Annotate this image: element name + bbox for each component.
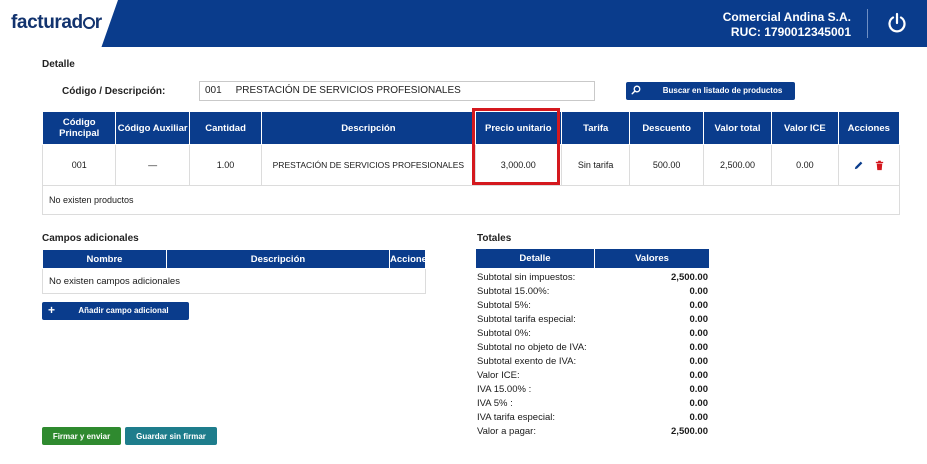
list-item: Subtotal tarifa especial: 0.00 [477, 313, 709, 327]
company-name: Comercial Andina S.A. [722, 10, 851, 24]
total-label: Subtotal exento de IVA: [477, 356, 577, 367]
add-additional-field-label: Añadir campo adicional [78, 306, 169, 315]
list-item: Subtotal 5%: 0.00 [477, 299, 709, 313]
code-description-input[interactable]: 001 PRESTACIÓN DE SERVICIOS PROFESIONALE… [199, 81, 595, 101]
col-codigo-auxiliar: Código Auxiliar [115, 111, 190, 145]
total-label: Valor a pagar: [477, 426, 536, 437]
list-item: Valor a pagar: 2,500.00 [477, 425, 709, 439]
list-item: IVA 5% : 0.00 [477, 397, 709, 411]
col-acciones: Acciones [837, 111, 901, 145]
trash-icon[interactable] [874, 160, 885, 171]
campos-adicionales-table: Nombre Descripción Acciones No existen c… [42, 249, 432, 294]
col-campo-descripcion: Descripción [166, 249, 390, 269]
list-item: Subtotal 15.00%: 0.00 [477, 285, 709, 299]
cell-descuento[interactable]: 500.00 [629, 144, 704, 186]
table-row: 001 — 1.00 PRESTACIÓN DE SERVICIOS PROFE… [41, 144, 901, 186]
cell-acciones [837, 144, 901, 186]
total-value: 2,500.00 [671, 426, 708, 437]
products-table: Código Principal Código Auxiliar Cantida… [41, 111, 901, 215]
products-empty-text: No existen productos [42, 185, 900, 215]
total-value: 0.00 [689, 342, 709, 353]
totales-title: Totales [477, 233, 512, 244]
company-info: Comercial Andina S.A. RUC: 1790012345001 [723, 10, 851, 40]
total-label: Subtotal tarifa especial: [477, 314, 576, 325]
logo-text-main: facturad [11, 12, 83, 33]
logo-o-mark [82, 17, 95, 29]
search-products-label: Buscar en listado de productos [662, 86, 783, 95]
col-valores: Valores [595, 249, 709, 268]
cell-codigo-principal: 001 [41, 144, 117, 186]
company-ruc: RUC: 1790012345001 [730, 25, 851, 39]
list-item: Subtotal no objeto de IVA: 0.00 [477, 341, 709, 355]
list-item: Subtotal sin impuestos: 2,500.00 [477, 271, 709, 285]
invoice-page: facturad r Comercial Andina S.A. RUC: 179… [0, 0, 927, 464]
campos-empty-text: No existen campos adicionales [42, 268, 426, 294]
logo-area: facturad r [0, 0, 118, 47]
col-tarifa: Tarifa [560, 111, 631, 145]
list-item: Valor ICE: 0.00 [477, 369, 709, 383]
list-item: IVA 15.00% : 0.00 [477, 383, 709, 397]
totales-header: Detalle Valores [476, 249, 709, 268]
cell-valor-total: 2,500.00 [702, 144, 773, 186]
search-icon [631, 85, 641, 95]
cell-codigo-auxiliar: — [115, 144, 190, 186]
col-campo-acciones: Acciones [389, 249, 432, 269]
top-header: facturad r Comercial Andina S.A. RUC: 179… [0, 0, 927, 47]
add-additional-field-button[interactable]: + Añadir campo adicional [42, 302, 189, 320]
total-label: IVA tarifa especial: [477, 412, 555, 423]
total-value: 0.00 [689, 328, 709, 339]
total-value: 0.00 [689, 398, 709, 409]
campos-adicionales-title: Campos adicionales [42, 233, 139, 244]
products-empty-row: No existen productos [42, 185, 900, 215]
cell-cantidad[interactable]: 1.00 [188, 144, 263, 186]
total-value: 2,500.00 [671, 272, 708, 283]
campos-empty-row: No existen campos adicionales [42, 268, 426, 294]
total-value: 0.00 [689, 412, 709, 423]
list-item: Subtotal exento de IVA: 0.00 [477, 355, 709, 369]
col-cantidad: Cantidad [188, 111, 263, 145]
col-precio-unitario: Precio unitario [474, 111, 562, 145]
col-detalle: Detalle [476, 249, 595, 268]
detalle-title: Detalle [42, 59, 75, 70]
total-label: Subtotal 5%: [477, 300, 531, 311]
power-icon[interactable] [887, 12, 907, 34]
total-value: 0.00 [689, 286, 709, 297]
totales-list: Subtotal sin impuestos: 2,500.00 Subtotal… [477, 271, 709, 439]
cell-descripcion: PRESTACIÓN DE SERVICIOS PROFESIONALES [261, 144, 476, 186]
search-products-button[interactable]: Buscar en listado de productos [626, 82, 795, 100]
col-valor-total: Valor total [702, 111, 773, 145]
col-descuento: Descuento [629, 111, 704, 145]
plus-icon: + [48, 303, 56, 317]
col-descripcion: Descripción [261, 111, 476, 145]
col-valor-ice: Valor ICE [771, 111, 839, 145]
total-value: 0.00 [689, 314, 709, 325]
total-label: Valor ICE: [477, 370, 520, 381]
list-item: IVA tarifa especial: 0.00 [477, 411, 709, 425]
header-divider [867, 9, 868, 38]
total-label: IVA 15.00% : [477, 384, 532, 395]
total-value: 0.00 [689, 300, 709, 311]
col-nombre: Nombre [42, 249, 167, 269]
total-label: Subtotal 0%: [477, 328, 531, 339]
total-value: 0.00 [689, 370, 709, 381]
cell-precio-unitario[interactable]: 3,000.00 [474, 144, 562, 186]
logo-text-tail: r [94, 12, 102, 33]
list-item: Subtotal 0%: 0.00 [477, 327, 709, 341]
cell-tarifa: Sin tarifa [560, 144, 631, 186]
save-without-signing-button[interactable]: Guardar sin firmar [125, 427, 217, 445]
col-codigo-principal: Código Principal [41, 111, 117, 145]
total-label: Subtotal sin impuestos: [477, 272, 576, 283]
total-label: Subtotal no objeto de IVA: [477, 342, 587, 353]
code-description-label: Código / Descripción: [62, 86, 166, 97]
total-value: 0.00 [689, 384, 709, 395]
pencil-icon[interactable] [853, 160, 864, 171]
total-value: 0.00 [689, 356, 709, 367]
campos-header-row: Nombre Descripción Acciones [42, 249, 432, 269]
cell-valor-ice: 0.00 [771, 144, 839, 186]
total-label: Subtotal 15.00%: [477, 286, 550, 297]
total-label: IVA 5% : [477, 398, 513, 409]
sign-and-send-button[interactable]: Firmar y enviar [42, 427, 121, 445]
products-header-row: Código Principal Código Auxiliar Cantida… [41, 111, 901, 145]
app-logo[interactable]: facturad r [11, 12, 102, 34]
